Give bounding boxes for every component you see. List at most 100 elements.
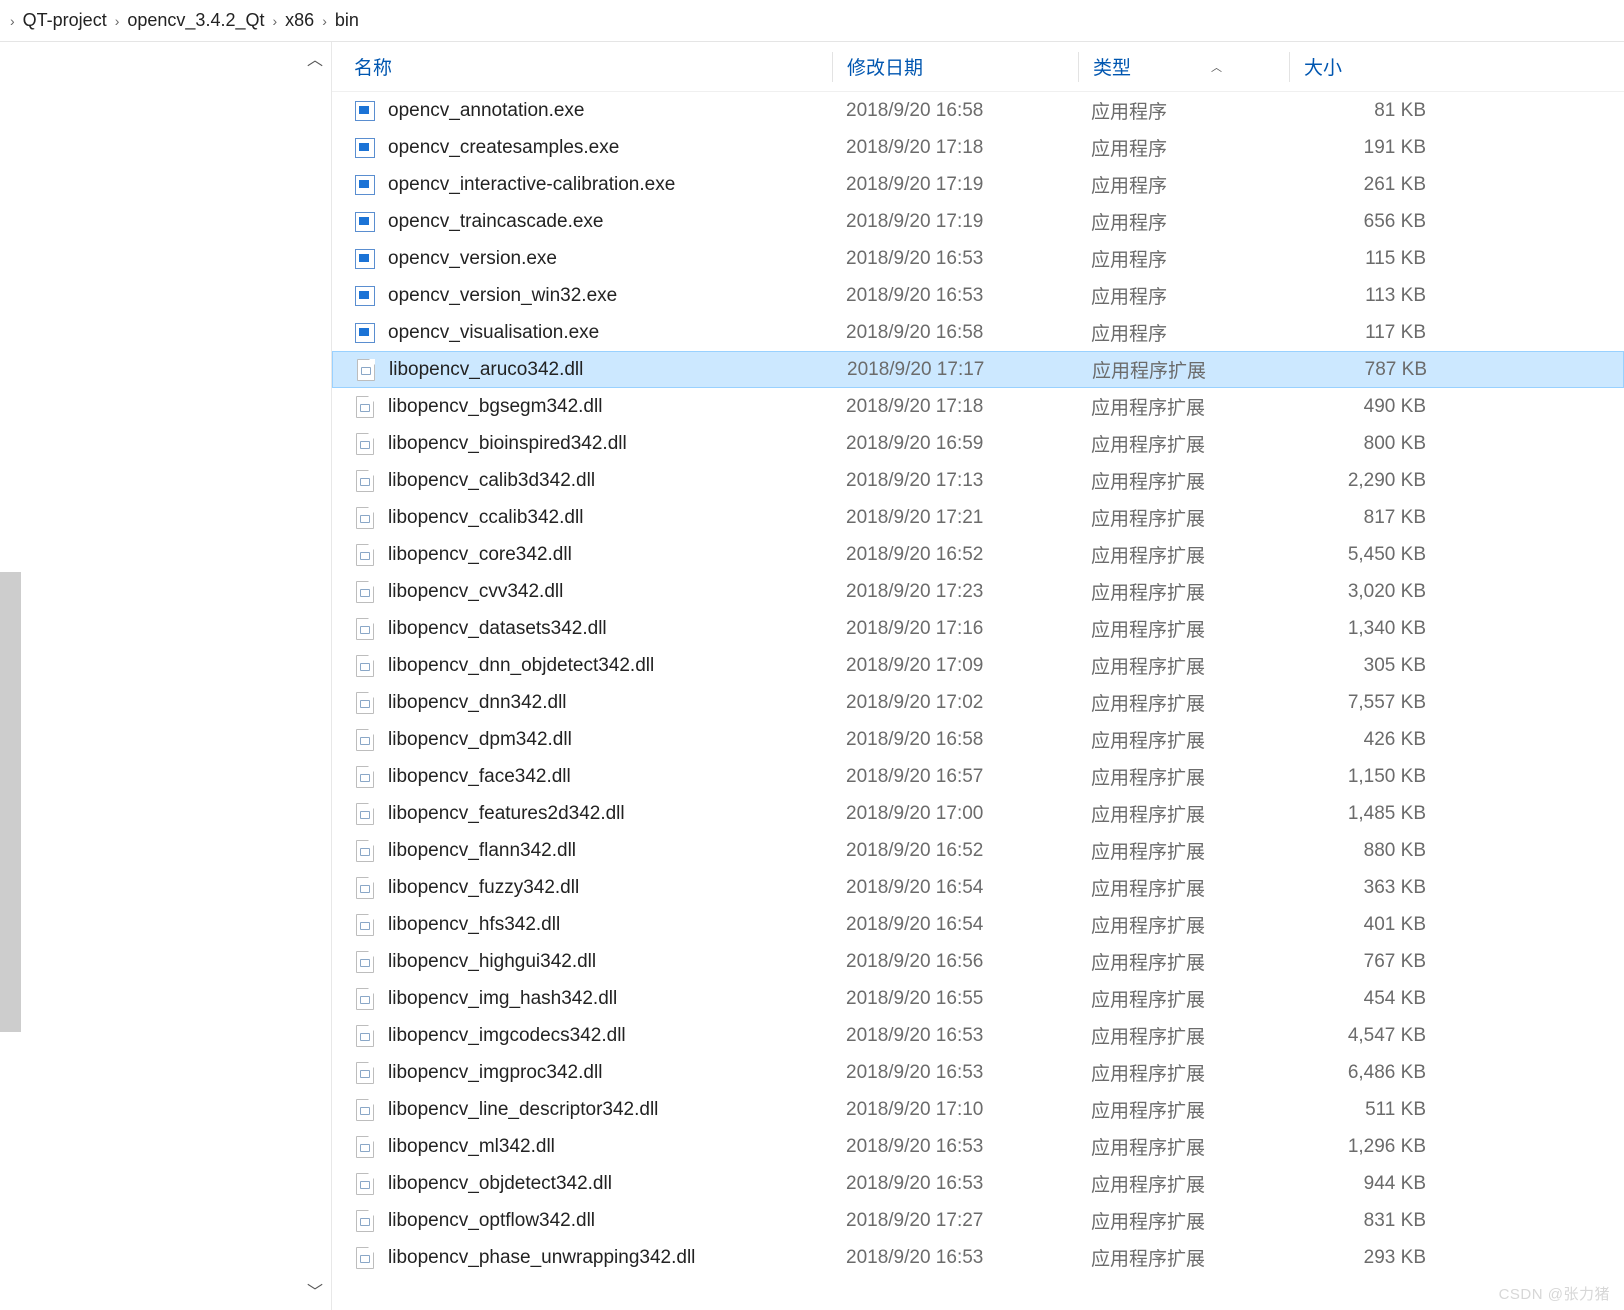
breadcrumb-item[interactable]: x86 bbox=[279, 10, 320, 31]
file-type: 应用程序扩展 bbox=[1077, 467, 1287, 494]
file-type: 应用程序扩展 bbox=[1078, 356, 1288, 383]
file-row[interactable]: opencv_interactive-calibration.exe2018/9… bbox=[332, 166, 1624, 203]
chevron-right-icon: › bbox=[113, 13, 122, 29]
file-row[interactable]: libopencv_imgproc342.dll2018/9/20 16:53应… bbox=[332, 1054, 1624, 1091]
file-row[interactable]: libopencv_bioinspired342.dll2018/9/20 16… bbox=[332, 425, 1624, 462]
file-date: 2018/9/20 16:52 bbox=[832, 840, 1077, 862]
file-row[interactable]: opencv_traincascade.exe2018/9/20 17:19应用… bbox=[332, 203, 1624, 240]
dll-file-icon bbox=[354, 1136, 376, 1158]
file-row[interactable]: libopencv_aruco342.dll2018/9/20 17:17应用程… bbox=[332, 351, 1624, 388]
file-date: 2018/9/20 16:53 bbox=[832, 1062, 1077, 1084]
exe-file-icon bbox=[354, 211, 376, 233]
file-row[interactable]: opencv_version_win32.exe2018/9/20 16:53应… bbox=[332, 277, 1624, 314]
file-date: 2018/9/20 16:57 bbox=[832, 766, 1077, 788]
dll-file-icon bbox=[354, 507, 376, 529]
file-row[interactable]: libopencv_objdetect342.dll2018/9/20 16:5… bbox=[332, 1165, 1624, 1202]
file-name: opencv_version_win32.exe bbox=[388, 285, 832, 307]
file-name: libopencv_face342.dll bbox=[388, 766, 832, 788]
file-size: 2,290 KB bbox=[1287, 470, 1442, 492]
breadcrumb[interactable]: › QT-project › opencv_3.4.2_Qt › x86 › b… bbox=[0, 0, 1624, 42]
file-type: 应用程序扩展 bbox=[1077, 837, 1287, 864]
breadcrumb-item[interactable]: opencv_3.4.2_Qt bbox=[121, 10, 270, 31]
file-type: 应用程序扩展 bbox=[1077, 985, 1287, 1012]
file-name: libopencv_highgui342.dll bbox=[388, 951, 832, 973]
file-name: opencv_version.exe bbox=[388, 248, 832, 270]
file-date: 2018/9/20 17:19 bbox=[832, 211, 1077, 233]
navigation-pane[interactable]: ︿ ﹀ bbox=[0, 42, 332, 1310]
dll-file-icon bbox=[354, 914, 376, 936]
file-row[interactable]: libopencv_core342.dll2018/9/20 16:52应用程序… bbox=[332, 536, 1624, 573]
file-type: 应用程序扩展 bbox=[1077, 874, 1287, 901]
file-list-pane: 名称 修改日期 类型 ︿ 大小 opencv_annotation.exe201… bbox=[332, 42, 1624, 1310]
file-row[interactable]: libopencv_line_descriptor342.dll2018/9/2… bbox=[332, 1091, 1624, 1128]
exe-file-icon bbox=[354, 322, 376, 344]
file-row[interactable]: libopencv_ml342.dll2018/9/20 16:53应用程序扩展… bbox=[332, 1128, 1624, 1165]
file-row[interactable]: libopencv_features2d342.dll2018/9/20 17:… bbox=[332, 795, 1624, 832]
file-row[interactable]: libopencv_face342.dll2018/9/20 16:57应用程序… bbox=[332, 758, 1624, 795]
file-row[interactable]: libopencv_datasets342.dll2018/9/20 17:16… bbox=[332, 610, 1624, 647]
file-size: 426 KB bbox=[1287, 729, 1442, 751]
file-name: libopencv_dnn342.dll bbox=[388, 692, 832, 714]
file-row[interactable]: opencv_version.exe2018/9/20 16:53应用程序115… bbox=[332, 240, 1624, 277]
dll-file-icon bbox=[354, 1247, 376, 1269]
file-row[interactable]: libopencv_phase_unwrapping342.dll2018/9/… bbox=[332, 1239, 1624, 1276]
file-row[interactable]: libopencv_imgcodecs342.dll2018/9/20 16:5… bbox=[332, 1017, 1624, 1054]
file-row[interactable]: libopencv_optflow342.dll2018/9/20 17:27应… bbox=[332, 1202, 1624, 1239]
dll-file-icon bbox=[354, 988, 376, 1010]
dll-file-icon bbox=[355, 359, 377, 381]
file-size: 1,150 KB bbox=[1287, 766, 1442, 788]
file-size: 817 KB bbox=[1287, 507, 1442, 529]
file-row[interactable]: libopencv_img_hash342.dll2018/9/20 16:55… bbox=[332, 980, 1624, 1017]
file-name: libopencv_datasets342.dll bbox=[388, 618, 832, 640]
file-row[interactable]: libopencv_calib3d342.dll2018/9/20 17:13应… bbox=[332, 462, 1624, 499]
file-name: libopencv_img_hash342.dll bbox=[388, 988, 832, 1010]
file-row[interactable]: libopencv_hfs342.dll2018/9/20 16:54应用程序扩… bbox=[332, 906, 1624, 943]
scrollbar-thumb[interactable] bbox=[0, 572, 21, 1032]
column-header-type[interactable]: 类型 ︿ bbox=[1079, 42, 1289, 91]
file-name: libopencv_phase_unwrapping342.dll bbox=[388, 1247, 832, 1269]
file-date: 2018/9/20 16:58 bbox=[832, 729, 1077, 751]
dll-file-icon bbox=[354, 433, 376, 455]
file-size: 3,020 KB bbox=[1287, 581, 1442, 603]
breadcrumb-item[interactable]: bin bbox=[329, 10, 365, 31]
file-row[interactable]: libopencv_cvv342.dll2018/9/20 17:23应用程序扩… bbox=[332, 573, 1624, 610]
file-row[interactable]: libopencv_highgui342.dll2018/9/20 16:56应… bbox=[332, 943, 1624, 980]
chevron-down-icon[interactable]: ﹀ bbox=[307, 1278, 323, 1302]
file-row[interactable]: libopencv_dnn_objdetect342.dll2018/9/20 … bbox=[332, 647, 1624, 684]
file-date: 2018/9/20 16:58 bbox=[832, 100, 1077, 122]
column-header-name[interactable]: 名称 bbox=[332, 42, 832, 91]
file-row[interactable]: libopencv_ccalib342.dll2018/9/20 17:21应用… bbox=[332, 499, 1624, 536]
dll-file-icon bbox=[354, 803, 376, 825]
file-name: opencv_traincascade.exe bbox=[388, 211, 832, 233]
file-name: opencv_interactive-calibration.exe bbox=[388, 174, 832, 196]
chevron-up-icon[interactable]: ︿ bbox=[307, 46, 323, 70]
column-header-date[interactable]: 修改日期 bbox=[833, 42, 1078, 91]
file-row[interactable]: opencv_annotation.exe2018/9/20 16:58应用程序… bbox=[332, 92, 1624, 129]
exe-file-icon bbox=[354, 100, 376, 122]
file-size: 261 KB bbox=[1287, 174, 1442, 196]
column-header-size[interactable]: 大小 bbox=[1290, 42, 1445, 91]
file-name: libopencv_cvv342.dll bbox=[388, 581, 832, 603]
file-row[interactable]: libopencv_fuzzy342.dll2018/9/20 16:54应用程… bbox=[332, 869, 1624, 906]
file-row[interactable]: opencv_visualisation.exe2018/9/20 16:58应… bbox=[332, 314, 1624, 351]
file-type: 应用程序扩展 bbox=[1077, 948, 1287, 975]
breadcrumb-item[interactable]: QT-project bbox=[17, 10, 113, 31]
file-size: 113 KB bbox=[1287, 285, 1442, 307]
file-row[interactable]: libopencv_dpm342.dll2018/9/20 16:58应用程序扩… bbox=[332, 721, 1624, 758]
dll-file-icon bbox=[354, 729, 376, 751]
file-row[interactable]: libopencv_dnn342.dll2018/9/20 17:02应用程序扩… bbox=[332, 684, 1624, 721]
file-type: 应用程序扩展 bbox=[1077, 504, 1287, 531]
file-size: 401 KB bbox=[1287, 914, 1442, 936]
dll-file-icon bbox=[354, 396, 376, 418]
file-date: 2018/9/20 16:58 bbox=[832, 322, 1077, 344]
file-row[interactable]: libopencv_bgsegm342.dll2018/9/20 17:18应用… bbox=[332, 388, 1624, 425]
file-type: 应用程序扩展 bbox=[1077, 1022, 1287, 1049]
file-row[interactable]: libopencv_flann342.dll2018/9/20 16:52应用程… bbox=[332, 832, 1624, 869]
file-date: 2018/9/20 17:02 bbox=[832, 692, 1077, 714]
dll-file-icon bbox=[354, 692, 376, 714]
file-date: 2018/9/20 16:54 bbox=[832, 877, 1077, 899]
file-row[interactable]: opencv_createsamples.exe2018/9/20 17:18应… bbox=[332, 129, 1624, 166]
file-type: 应用程序扩展 bbox=[1077, 911, 1287, 938]
watermark: CSDN @张力猪 bbox=[1499, 1283, 1610, 1304]
file-name: opencv_createsamples.exe bbox=[388, 137, 832, 159]
